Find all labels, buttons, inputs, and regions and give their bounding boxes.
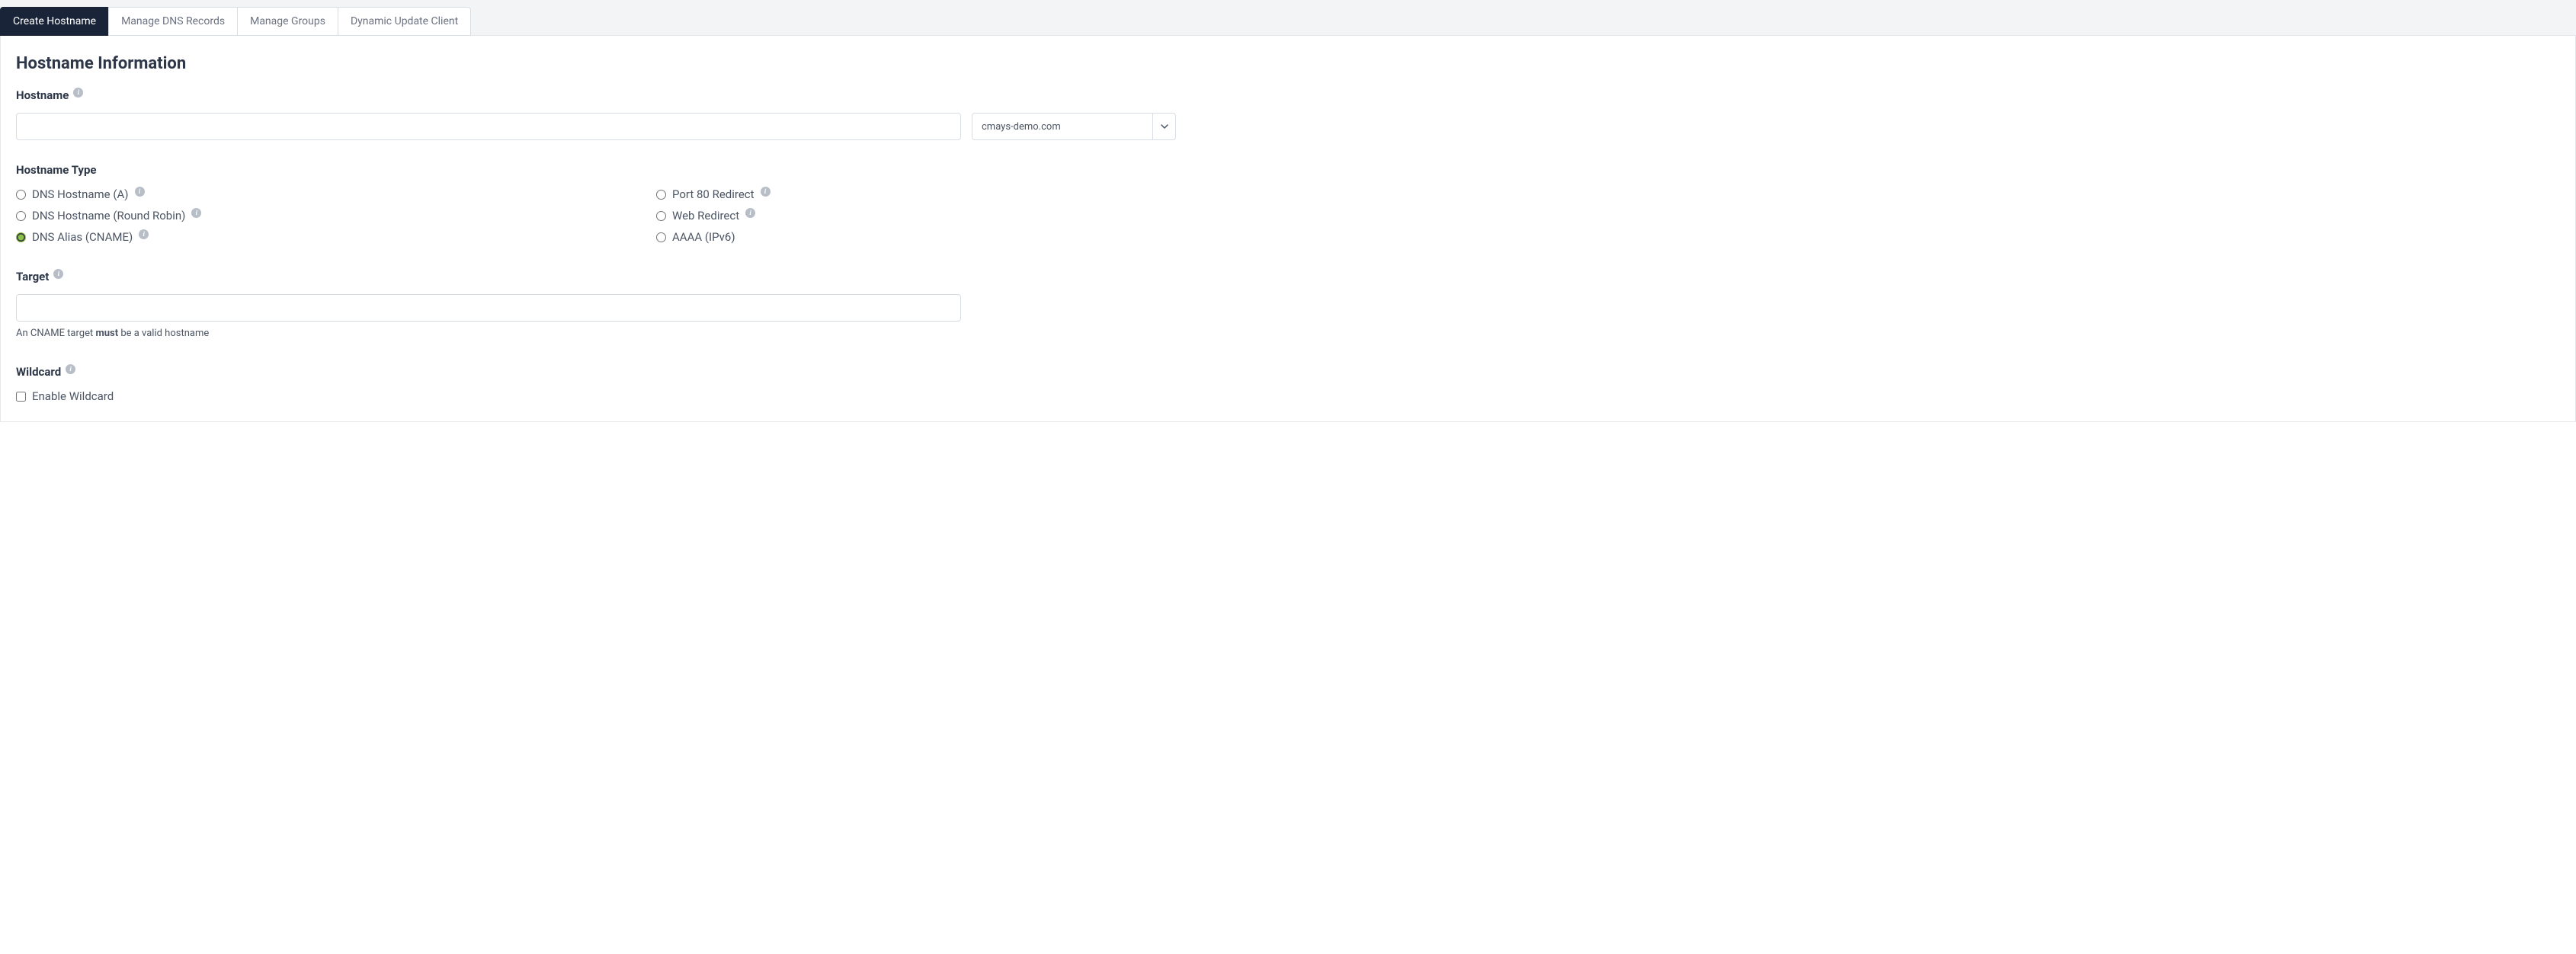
hostname-type-label: Hostname Type bbox=[16, 163, 2560, 177]
hostname-input[interactable] bbox=[16, 113, 961, 140]
radio-port-80-redirect[interactable]: Port 80 Redirect i bbox=[656, 187, 2560, 201]
hostname-type-options: DNS Hostname (A) i Port 80 Redirect i DN… bbox=[16, 187, 2560, 244]
radio-input-dns-a[interactable] bbox=[16, 190, 26, 200]
target-help-text: An CNAME target must be a valid hostname bbox=[16, 328, 2560, 339]
page-heading: Hostname Information bbox=[16, 54, 2560, 73]
info-icon[interactable]: i bbox=[135, 187, 145, 197]
radio-input-cname[interactable] bbox=[16, 232, 26, 242]
wildcard-checkbox-item[interactable]: Enable Wildcard bbox=[16, 389, 2560, 403]
help-bold: must bbox=[95, 328, 118, 339]
radio-label: DNS Hostname (A) bbox=[32, 187, 129, 201]
info-icon[interactable]: i bbox=[191, 208, 201, 218]
target-section: Target i An CNAME target must be a valid… bbox=[16, 270, 2560, 339]
radio-label: Web Redirect bbox=[672, 209, 739, 222]
wildcard-checkbox-label: Enable Wildcard bbox=[32, 389, 114, 403]
radio-label: DNS Alias (CNAME) bbox=[32, 230, 133, 244]
help-suffix: be a valid hostname bbox=[118, 328, 209, 339]
domain-select[interactable]: cmays-demo.com bbox=[972, 113, 1176, 140]
tab-manage-groups[interactable]: Manage Groups bbox=[237, 7, 338, 36]
help-prefix: An CNAME target bbox=[16, 328, 95, 339]
tab-manage-dns-records[interactable]: Manage DNS Records bbox=[108, 7, 238, 36]
info-icon[interactable]: i bbox=[745, 208, 755, 218]
info-icon[interactable]: i bbox=[53, 269, 63, 279]
info-icon[interactable]: i bbox=[139, 229, 149, 239]
tab-dynamic-update-client[interactable]: Dynamic Update Client bbox=[338, 7, 471, 36]
radio-input-webredirect[interactable] bbox=[656, 211, 666, 221]
radio-label: DNS Hostname (Round Robin) bbox=[32, 209, 185, 222]
radio-dns-hostname-a[interactable]: DNS Hostname (A) i bbox=[16, 187, 656, 201]
target-label: Target i bbox=[16, 270, 2560, 283]
radio-web-redirect[interactable]: Web Redirect i bbox=[656, 209, 2560, 222]
radio-input-port80[interactable] bbox=[656, 190, 666, 200]
chevron-down-icon bbox=[1152, 114, 1175, 139]
hostname-row: cmays-demo.com bbox=[16, 113, 2560, 140]
hostname-label-text: Hostname bbox=[16, 88, 69, 102]
wildcard-label-text: Wildcard bbox=[16, 365, 61, 379]
domain-select-value: cmays-demo.com bbox=[972, 114, 1152, 139]
radio-input-roundrobin[interactable] bbox=[16, 211, 26, 221]
hostname-label: Hostname i bbox=[16, 88, 2560, 102]
radio-dns-round-robin[interactable]: DNS Hostname (Round Robin) i bbox=[16, 209, 656, 222]
info-icon[interactable]: i bbox=[66, 364, 75, 374]
tab-create-hostname[interactable]: Create Hostname bbox=[0, 7, 109, 36]
tab-bar: Create Hostname Manage DNS Records Manag… bbox=[0, 0, 2576, 36]
radio-input-aaaa[interactable] bbox=[656, 232, 666, 242]
radio-label: AAAA (IPv6) bbox=[672, 230, 735, 244]
radio-dns-alias-cname[interactable]: DNS Alias (CNAME) i bbox=[16, 230, 656, 244]
content-panel: Hostname Information Hostname i cmays-de… bbox=[0, 36, 2576, 422]
radio-label: Port 80 Redirect bbox=[672, 187, 755, 201]
target-label-text: Target bbox=[16, 270, 49, 283]
info-icon[interactable]: i bbox=[73, 88, 83, 98]
wildcard-label: Wildcard i bbox=[16, 365, 2560, 379]
target-input[interactable] bbox=[16, 294, 961, 322]
info-icon[interactable]: i bbox=[761, 187, 771, 197]
wildcard-checkbox[interactable] bbox=[16, 392, 26, 402]
hostname-type-label-text: Hostname Type bbox=[16, 163, 97, 177]
radio-aaaa-ipv6[interactable]: AAAA (IPv6) bbox=[656, 230, 2560, 244]
